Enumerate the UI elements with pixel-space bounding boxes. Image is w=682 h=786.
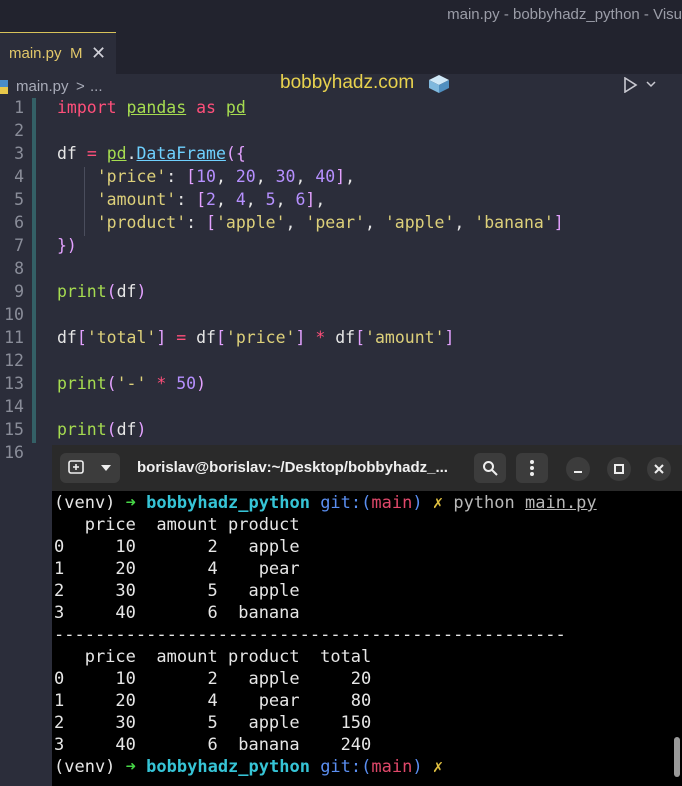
new-terminal-icon [68,460,84,474]
line-number: 2 [14,121,24,140]
line-number: 9 [14,282,24,301]
terminal-output-line: price amount product total [54,647,372,667]
line-number: 8 [14,259,24,278]
python-file-icon [0,80,8,94]
kebab-menu-icon [530,460,534,476]
terminal-separator: ----------------------------------------… [54,625,566,645]
line-number: 12 [4,351,24,370]
tab-bar: main.py M ✕ bobbyhadz.com [0,32,682,93]
tab-main-py[interactable]: main.py M ✕ [0,32,116,74]
breadcrumb-more[interactable]: ... [90,78,103,95]
line-number: 16 [4,443,24,462]
window-title: main.py - bobbyhadz_python - Visu [447,6,682,23]
line-number: 1 [14,98,24,117]
cube-icon [429,75,449,93]
code-line: print(df) [57,282,147,301]
breadcrumb-file[interactable]: main.py [16,78,69,95]
terminal-output-line: 1 20 4 pear [54,559,300,579]
close-button[interactable] [647,457,671,481]
line-number: 4 [14,167,24,186]
code-line: print('-' * 50) [57,374,207,393]
code-editor[interactable]: 1 import pandas as pd 2 3 df = pd.DataFram… [0,98,682,468]
terminal-scrollbar[interactable] [674,737,680,777]
tab-filename: main.py [9,45,62,62]
code-line: df = pd.DataFrame({ [57,144,246,163]
code-line: 'price': [10, 20, 30, 40], [96,167,356,186]
terminal-output-line: 0 10 2 apple 20 [54,669,372,689]
close-icon[interactable]: ✕ [91,43,106,64]
terminal-output-line: 3 40 6 banana 240 [54,735,372,755]
minimize-button[interactable] [566,457,590,481]
code-line: import pandas as pd [57,98,246,117]
code-line: print(df) [57,420,147,439]
terminal-header: borislav@borislav:~/Desktop/bobbyhadz_..… [52,445,682,491]
terminal-output-line: 3 40 6 banana [54,603,300,623]
line-number: 6 [14,213,24,232]
search-icon [483,461,498,476]
terminal-output-line: 0 10 2 apple [54,537,300,557]
terminal-output-line: 1 20 4 pear 80 [54,691,372,711]
terminal-title: borislav@borislav:~/Desktop/bobbyhadz_..… [137,459,448,476]
chevron-down-icon [101,465,111,471]
line-number: 7 [14,236,24,255]
run-icon[interactable] [622,77,638,93]
code-line: df['total'] = df['price'] * df['amount'] [57,328,455,347]
close-icon [654,464,664,474]
maximize-icon [614,464,624,474]
menu-button[interactable] [516,453,548,483]
terminal-prompt: (venv) ➜ bobbyhadz_python git:(main) ✗ p… [54,493,597,513]
code-line: }) [57,236,77,255]
line-number: 10 [4,305,24,324]
code-line: 'product': ['apple', 'pear', 'apple', 'b… [96,213,564,232]
line-number: 5 [14,190,24,209]
title-bar: main.py - bobbyhadz_python - Visu [0,0,682,32]
line-number: 14 [4,397,24,416]
line-number: 13 [4,374,24,393]
code-line: 'amount': [2, 4, 5, 6], [96,190,326,209]
terminal-output-line: price amount product [54,515,300,535]
terminal-prompt: (venv) ➜ bobbyhadz_python git:(main) ✗ [54,757,444,777]
site-label: bobbyhadz.com [280,72,415,93]
search-button[interactable] [474,453,506,483]
chevron-down-icon[interactable] [645,78,657,90]
maximize-button[interactable] [607,457,631,481]
modified-indicator: M [70,45,83,62]
terminal-window[interactable]: borislav@borislav:~/Desktop/bobbyhadz_..… [52,445,682,786]
terminal-output-line: 2 30 5 apple 150 [54,713,372,733]
line-number: 3 [14,144,24,163]
minimize-icon [574,471,582,473]
terminal-output-line: 2 30 5 apple [54,581,300,601]
line-number: 11 [4,328,24,347]
new-tab-button[interactable] [60,453,120,483]
line-number: 15 [4,420,24,439]
breadcrumb-separator: > [76,78,85,95]
